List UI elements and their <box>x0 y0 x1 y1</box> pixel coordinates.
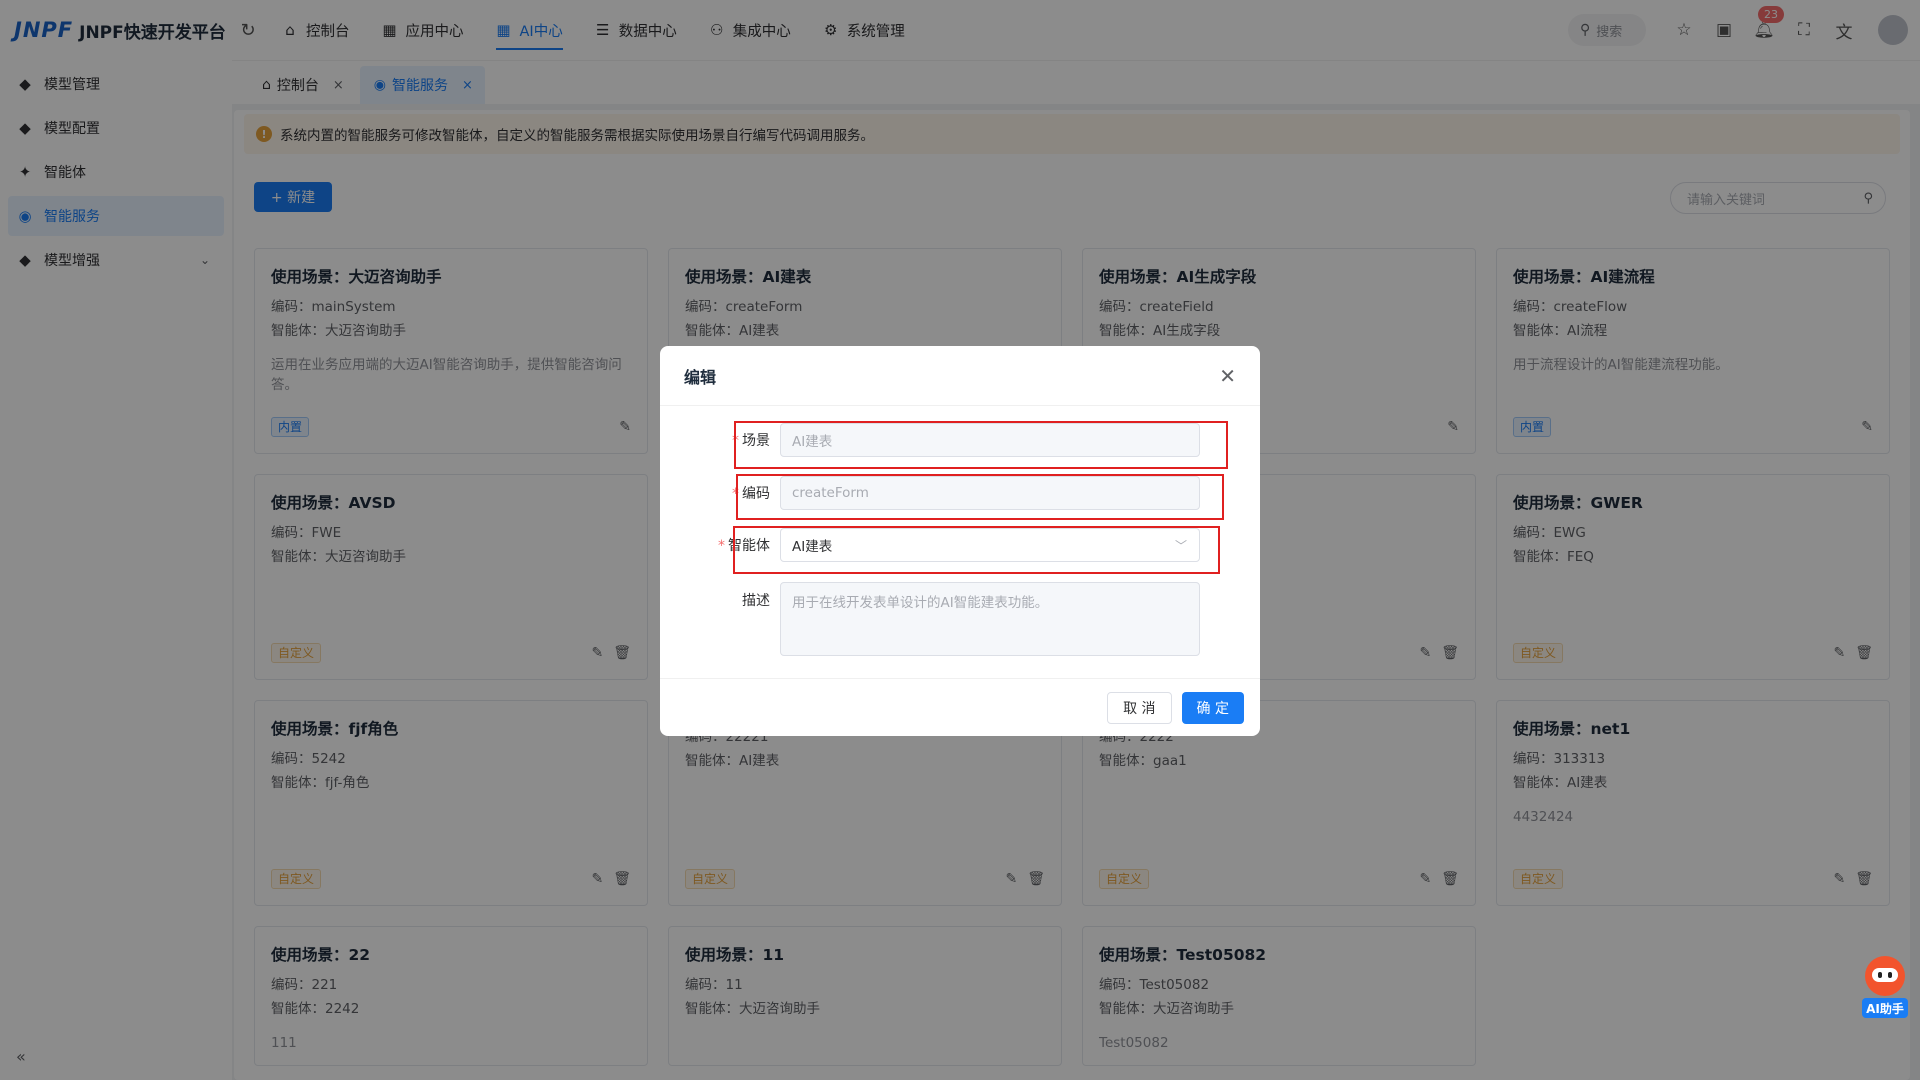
close-icon[interactable]: ✕ <box>1219 364 1236 388</box>
dialog-footer: 取 消 确 定 <box>660 678 1260 736</box>
dialog-title: 编辑 <box>684 367 717 387</box>
desc-row: 描述 用于在线开发表单设计的AI智能建表功能。 <box>660 582 1260 656</box>
desc-textarea[interactable]: 用于在线开发表单设计的AI智能建表功能。 <box>780 582 1200 656</box>
cancel-button[interactable]: 取 消 <box>1107 691 1172 724</box>
dialog-header: 编辑 ✕ <box>660 346 1260 406</box>
ai-helper-label: AI助手 <box>1862 998 1908 1018</box>
edit-dialog: 编辑 ✕ * 场景 AI建表 * 编码 createForm * 智能体 AI建表 ﹀… <box>660 346 1260 736</box>
desc-label: 描述 <box>742 593 770 609</box>
ai-helper-button[interactable]: AI助手 <box>1862 956 1908 1020</box>
confirm-button[interactable]: 确 定 <box>1181 691 1244 724</box>
scene-highlight <box>734 421 1228 469</box>
robot-icon <box>1865 956 1905 996</box>
code-highlight <box>736 474 1224 520</box>
agent-highlight <box>733 526 1220 574</box>
